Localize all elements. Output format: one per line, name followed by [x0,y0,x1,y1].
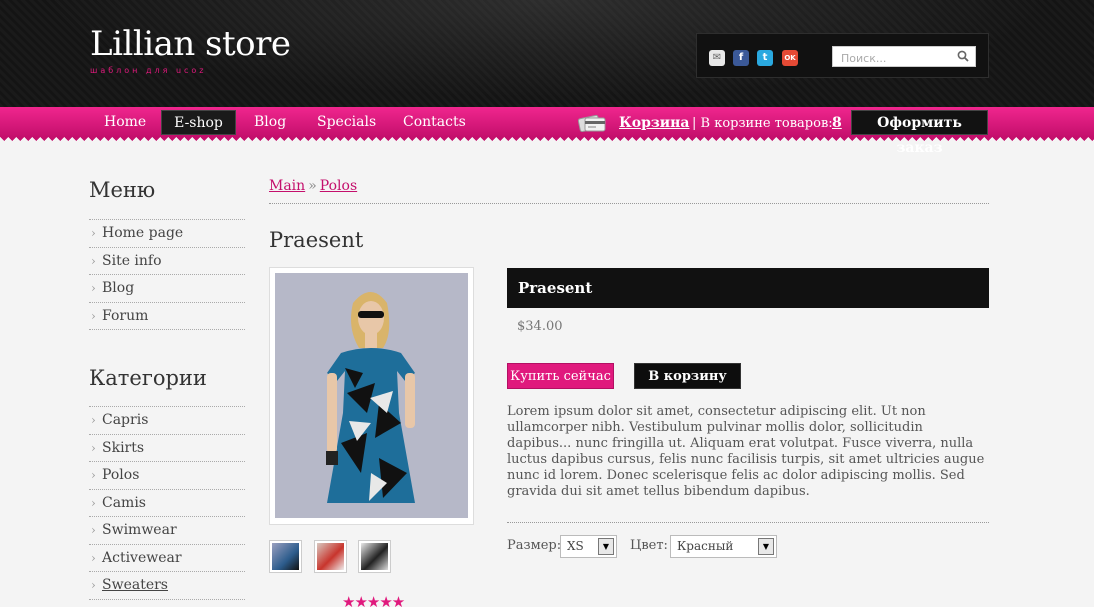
buy-now-button[interactable]: Купить сейчас [507,363,614,389]
color-select[interactable]: Красный ▼ [670,535,777,558]
search-box [832,46,976,68]
category-label: Sweaters [102,577,168,593]
add-to-cart-button[interactable]: В корзину [634,363,741,389]
product-thumbnail-2[interactable] [314,540,347,573]
nav-item-blog[interactable]: Blog [238,110,302,135]
sidebar-categories: Capris Skirts Polos Camis Swimwear Activ… [89,406,245,600]
chevron-down-icon[interactable]: ▼ [598,538,614,555]
search-icon[interactable] [957,50,969,62]
checkout-button[interactable]: Оформить заказ [851,110,988,156]
nav-item-specials[interactable]: Specials [301,110,392,135]
rating-stars[interactable]: ★★★★★ [342,593,405,607]
category-polos[interactable]: Polos [89,462,245,490]
categories-heading: Категории [89,366,207,390]
breadcrumb-polos[interactable]: Polos [320,178,357,194]
size-label: Размер: [507,538,562,553]
search-input[interactable] [833,49,951,68]
category-label: Camis [102,494,146,511]
nav-item-contacts[interactable]: Contacts [387,110,482,135]
cart-link[interactable]: Корзина [619,115,690,131]
category-swimwear[interactable]: Swimwear [89,517,245,545]
sidebar-menu: Home page Site info Blog Forum [89,219,245,330]
product-title-bar: Praesent [507,268,989,308]
sidebar-item-label: Site info [102,252,162,269]
sidebar-item-home-page[interactable]: Home page [89,220,245,248]
facebook-icon[interactable]: f [733,50,749,66]
options-divider [507,522,989,523]
category-skirts[interactable]: Skirts [89,435,245,462]
product-thumbnail-3[interactable] [358,540,391,573]
nav-item-e-shop[interactable]: E-shop [161,110,236,135]
mail-icon[interactable]: ✉ [709,50,725,66]
nav-item-home[interactable]: Home [88,110,162,135]
sidebar-item-blog[interactable]: Blog [89,275,245,303]
product-thumbnail-1[interactable] [269,540,302,573]
odnoklassniki-icon[interactable]: OK [782,50,798,66]
sidebar-item-label: Home page [102,225,184,241]
sidebar-item-site-info[interactable]: Site info [89,248,245,275]
store-logo-title[interactable]: Lillian store [90,24,291,64]
size-select-value: XS [567,539,584,553]
header-tools-panel: ✉ f t OK [696,33,989,78]
category-label: Swimwear [102,522,177,538]
chevron-down-icon[interactable]: ▼ [758,538,774,555]
sidebar-item-forum[interactable]: Forum [89,303,245,330]
menu-heading: Меню [89,178,156,202]
cart-count-label: | В корзине товаров: [692,116,833,131]
size-select[interactable]: XS ▼ [560,535,617,558]
breadcrumb: Main» Polos [269,178,989,204]
category-camis[interactable]: Camis [89,490,245,517]
product-heading: Praesent [269,228,364,252]
twitter-icon[interactable]: t [757,50,773,66]
color-select-value: Красный [677,539,734,553]
breadcrumb-separator: » [308,178,317,194]
credit-card-icon [578,114,606,133]
breadcrumb-main[interactable]: Main [269,178,305,194]
sidebar-item-label: Forum [102,307,149,324]
category-sweaters[interactable]: Sweaters [89,572,245,600]
product-price: $34.00 [517,319,563,334]
category-activewear[interactable]: Activewear [89,545,245,572]
product-description: Lorem ipsum dolor sit amet, consectetur … [507,404,985,499]
cart-count[interactable]: 8 [832,115,842,131]
sidebar-item-label: Blog [102,280,135,296]
category-label: Activewear [102,549,182,566]
model-dress-illustration [275,273,468,518]
category-label: Skirts [102,439,145,456]
product-photo[interactable] [269,267,474,525]
store-logo-subtitle: шаблон для ucoz [90,66,207,75]
category-label: Capris [102,412,149,428]
color-label: Цвет: [630,538,668,553]
category-label: Polos [102,467,140,483]
product-photo-image [275,273,468,518]
category-capris[interactable]: Capris [89,407,245,435]
